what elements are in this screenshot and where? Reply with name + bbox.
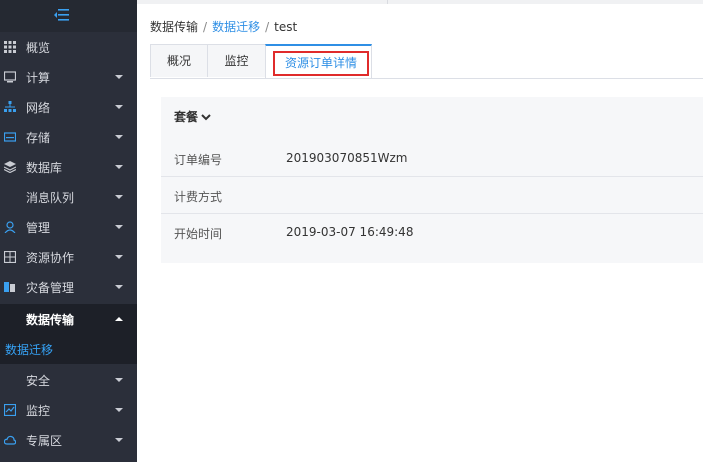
sidebar-item-label: 网络 [26,101,51,115]
chart-icon [4,404,16,416]
sidebar-item-label: 专属区 [26,434,63,448]
caret-down-icon [115,408,123,412]
sidebar-item-label: 灾备管理 [26,281,75,295]
menu-collapse-icon[interactable] [54,8,70,22]
sidebar-item-label: 数据库 [26,161,63,175]
sidebar-item-label: 监控 [26,404,51,418]
tab-bar: 概况 监控 资源订单详情 [150,44,703,79]
sidebar-item-label: 存储 [26,131,51,145]
tab-resource-order-details-label: 资源订单详情 [273,51,369,76]
chevron-down-icon [201,114,211,121]
sidebar-item-label: 管理 [26,221,51,235]
sidebar-item-data-transfer[interactable]: 数据传输 [0,304,137,334]
detail-key: 订单编号 [174,153,223,167]
backup-icon [4,282,15,292]
detail-key: 开始时间 [174,227,223,241]
caret-up-icon [115,317,123,321]
breadcrumb-separator: / [203,20,208,34]
network-icon [4,101,16,112]
sidebar-item-security[interactable]: 安全 [0,365,137,395]
detail-key: 计费方式 [174,190,223,204]
tab-monitoring[interactable]: 监控 [207,44,266,77]
tab-overview[interactable]: 概况 [150,44,208,77]
caret-down-icon [115,225,123,229]
detail-value: 201903070851Wzm [286,151,408,165]
sidebar: 概览 计算 网络 存储 数据库 消息队列 管理 资源协作 灾备管理 数据传输 数… [0,0,137,462]
sidebar-item-network[interactable]: 网络 [0,92,137,122]
caret-down-icon [115,285,123,289]
caret-down-icon [115,438,123,442]
caret-down-icon [115,75,123,79]
package-panel-header[interactable]: 套餐 [174,108,211,125]
sidebar-item-label: 数据传输 [26,313,75,327]
sidebar-item-storage[interactable]: 存储 [0,122,137,152]
sidebar-item-label: 安全 [26,374,51,388]
user-icon [4,221,16,233]
cloud-icon [4,435,16,445]
sidebar-item-monitoring[interactable]: 监控 [0,395,137,425]
share-icon [4,251,16,263]
sidebar-subitem-label: 数据迁移 [5,343,54,357]
sidebar-item-message-queue[interactable]: 消息队列 [0,182,137,212]
caret-down-icon [115,195,123,199]
top-strip-divider [387,0,388,4]
sidebar-collapse-button[interactable] [0,0,137,32]
caret-down-icon [115,255,123,259]
monitor-icon [4,71,16,83]
breadcrumb-separator: / [265,20,270,34]
storage-icon [4,132,16,142]
sidebar-item-label: 消息队列 [26,191,75,205]
sidebar-item-database[interactable]: 数据库 [0,152,137,182]
package-panel-title: 套餐 [174,110,199,124]
detail-row-order-number: 订单编号 201903070851Wzm [161,140,703,177]
top-strip [137,0,703,4]
breadcrumb-level2-link[interactable]: 数据迁移 [212,18,260,35]
grid-icon [4,41,16,53]
detail-row-billing-method: 计费方式 [161,177,703,214]
detail-row-start-time: 开始时间 2019-03-07 16:49:48 [161,214,703,250]
main-content: 数据传输 / 数据迁移 / test 概况 监控 资源订单详情 套餐 订单编号 2019… [137,0,703,462]
breadcrumb: 数据传输 / 数据迁移 / test [150,18,297,35]
sidebar-item-label: 资源协作 [26,251,75,265]
sidebar-item-dedicated-zone[interactable]: 专属区 [0,425,137,455]
sidebar-item-resource-collab[interactable]: 资源协作 [0,242,137,272]
sidebar-item-compute[interactable]: 计算 [0,62,137,92]
caret-down-icon [115,105,123,109]
breadcrumb-current: test [274,20,298,34]
layers-icon [4,161,16,173]
breadcrumb-level1[interactable]: 数据传输 [150,18,198,35]
sidebar-item-overview[interactable]: 概览 [0,32,137,62]
tab-resource-order-details[interactable]: 资源订单详情 [265,44,372,78]
caret-down-icon [115,378,123,382]
caret-down-icon [115,165,123,169]
package-panel: 套餐 订单编号 201903070851Wzm 计费方式 开始时间 2019-0… [161,97,703,263]
sidebar-subitem-data-migration[interactable]: 数据迁移 [0,334,137,364]
sidebar-item-management[interactable]: 管理 [0,212,137,242]
sidebar-item-label: 计算 [26,71,51,85]
detail-value: 2019-03-07 16:49:48 [286,225,414,239]
caret-down-icon [115,135,123,139]
sidebar-item-disaster-recovery[interactable]: 灾备管理 [0,272,137,302]
sidebar-item-label: 概览 [26,41,51,55]
